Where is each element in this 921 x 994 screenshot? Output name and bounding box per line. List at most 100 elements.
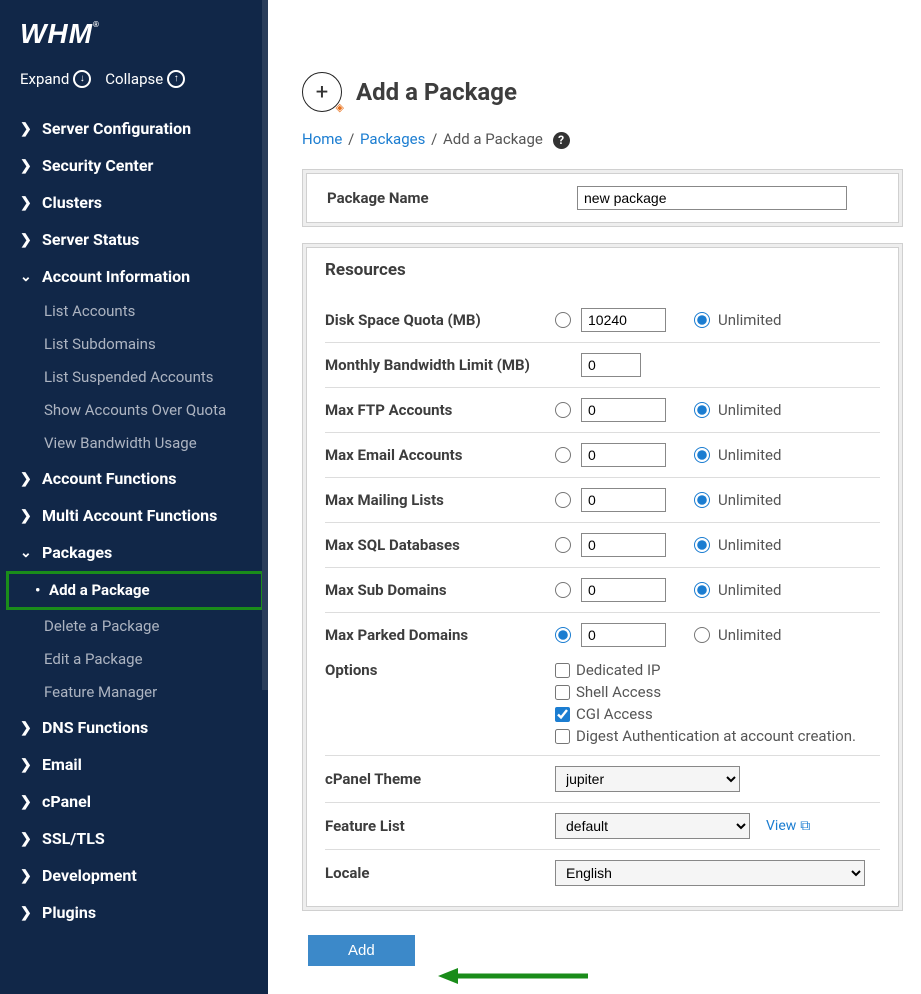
breadcrumb: Home / Packages / Add a Package ? bbox=[268, 126, 921, 169]
radio-max-email-unlimited[interactable] bbox=[694, 447, 710, 463]
radio-disk-quota-value[interactable] bbox=[555, 312, 571, 328]
label-max-sql: Max SQL Databases bbox=[325, 536, 555, 554]
option-cgi-access[interactable]: CGI Access bbox=[555, 705, 856, 723]
unlimited-label: Unlimited bbox=[718, 311, 781, 329]
nav-email[interactable]: ❯Email bbox=[0, 746, 268, 783]
nav-development[interactable]: ❯Development bbox=[0, 857, 268, 894]
checkbox-shell-access[interactable] bbox=[555, 685, 570, 700]
add-button[interactable]: Add bbox=[308, 935, 415, 966]
label-feature-list: Feature List bbox=[325, 817, 555, 835]
label-max-ftp: Max FTP Accounts bbox=[325, 401, 555, 419]
chevron-right-icon: ❯ bbox=[20, 121, 30, 137]
option-shell-access[interactable]: Shell Access bbox=[555, 683, 856, 701]
expand-button[interactable]: Expand↓ bbox=[20, 70, 91, 88]
expand-icon: ↓ bbox=[73, 70, 91, 88]
view-link[interactable]: View⧉ bbox=[766, 818, 810, 834]
row-feature-list: Feature List default View⧉ bbox=[325, 803, 880, 850]
radio-max-parked-unlimited[interactable] bbox=[694, 627, 710, 643]
input-max-mailing[interactable] bbox=[581, 488, 666, 512]
input-max-ftp[interactable] bbox=[581, 398, 666, 422]
add-package-icon: +◈ bbox=[302, 72, 342, 112]
nav-multi-account-functions[interactable]: ❯Multi Account Functions bbox=[0, 497, 268, 534]
chevron-right-icon: ❯ bbox=[20, 720, 30, 736]
nav-clusters[interactable]: ❯Clusters bbox=[0, 184, 268, 221]
input-disk-quota[interactable] bbox=[581, 308, 666, 332]
nav-feature-manager[interactable]: Feature Manager bbox=[0, 676, 268, 709]
nav-dns-functions[interactable]: ❯DNS Functions bbox=[0, 709, 268, 746]
row-cpanel-theme: cPanel Theme jupiter bbox=[325, 756, 880, 803]
input-max-sub[interactable] bbox=[581, 578, 666, 602]
label-cpanel-theme: cPanel Theme bbox=[325, 770, 555, 788]
breadcrumb-home[interactable]: Home bbox=[302, 130, 342, 148]
label-max-mailing: Max Mailing Lists bbox=[325, 491, 555, 509]
select-feature-list[interactable]: default bbox=[555, 813, 750, 839]
chevron-right-icon: ❯ bbox=[20, 232, 30, 248]
external-link-icon: ⧉ bbox=[800, 818, 810, 834]
row-max-email: Max Email Accounts Unlimited bbox=[325, 433, 880, 478]
checkbox-cgi-access[interactable] bbox=[555, 707, 570, 722]
checkbox-dedicated-ip[interactable] bbox=[555, 663, 570, 678]
nav-account-information[interactable]: ⌄Account Information bbox=[0, 258, 268, 295]
nav-plugins[interactable]: ❯Plugins bbox=[0, 894, 268, 931]
label-max-email: Max Email Accounts bbox=[325, 446, 555, 464]
row-bandwidth: Monthly Bandwidth Limit (MB) bbox=[325, 343, 880, 388]
package-name-label: Package Name bbox=[327, 189, 557, 207]
select-locale[interactable]: English bbox=[555, 860, 865, 886]
row-max-sub: Max Sub Domains Unlimited bbox=[325, 568, 880, 613]
nav-packages[interactable]: ⌄Packages bbox=[0, 534, 268, 571]
label-locale: Locale bbox=[325, 864, 555, 882]
unlimited-label: Unlimited bbox=[718, 401, 781, 419]
radio-max-sub-unlimited[interactable] bbox=[694, 582, 710, 598]
radio-max-email-value[interactable] bbox=[555, 447, 571, 463]
unlimited-label: Unlimited bbox=[718, 446, 781, 464]
radio-max-ftp-unlimited[interactable] bbox=[694, 402, 710, 418]
nav-show-over-quota[interactable]: Show Accounts Over Quota bbox=[0, 394, 268, 427]
main-content: +◈ Add a Package Home / Packages / Add a… bbox=[268, 0, 921, 994]
row-max-ftp: Max FTP Accounts Unlimited bbox=[325, 388, 880, 433]
row-options: Options Dedicated IP Shell Access CGI Ac… bbox=[325, 651, 880, 756]
nav-view-bandwidth[interactable]: View Bandwidth Usage bbox=[0, 427, 268, 460]
nav-list-subdomains[interactable]: List Subdomains bbox=[0, 328, 268, 361]
nav-add-package[interactable]: Add a Package bbox=[9, 574, 261, 607]
input-max-email[interactable] bbox=[581, 443, 666, 467]
option-digest-auth[interactable]: Digest Authentication at account creatio… bbox=[555, 727, 856, 745]
nav-edit-package[interactable]: Edit a Package bbox=[0, 643, 268, 676]
radio-max-sql-unlimited[interactable] bbox=[694, 537, 710, 553]
nav-account-functions[interactable]: ❯Account Functions bbox=[0, 460, 268, 497]
chevron-right-icon: ❯ bbox=[20, 794, 30, 810]
row-max-parked: Max Parked Domains Unlimited bbox=[325, 613, 880, 651]
nav-cpanel[interactable]: ❯cPanel bbox=[0, 783, 268, 820]
input-max-parked[interactable] bbox=[581, 623, 666, 647]
checkbox-digest-auth[interactable] bbox=[555, 729, 570, 744]
nav-server-status[interactable]: ❯Server Status bbox=[0, 221, 268, 258]
radio-max-sql-value[interactable] bbox=[555, 537, 571, 553]
chevron-right-icon: ❯ bbox=[20, 831, 30, 847]
help-icon[interactable]: ? bbox=[553, 132, 570, 149]
label-disk-quota: Disk Space Quota (MB) bbox=[325, 311, 555, 329]
input-max-sql[interactable] bbox=[581, 533, 666, 557]
nav-list-suspended[interactable]: List Suspended Accounts bbox=[0, 361, 268, 394]
label-options: Options bbox=[325, 661, 555, 679]
radio-max-parked-value[interactable] bbox=[555, 627, 571, 643]
input-bandwidth[interactable] bbox=[581, 353, 641, 377]
radio-max-sub-value[interactable] bbox=[555, 582, 571, 598]
radio-max-mailing-value[interactable] bbox=[555, 492, 571, 508]
nav-ssl-tls[interactable]: ❯SSL/TLS bbox=[0, 820, 268, 857]
chevron-right-icon: ❯ bbox=[20, 757, 30, 773]
nav-server-configuration[interactable]: ❯Server Configuration bbox=[0, 110, 268, 147]
package-name-input[interactable] bbox=[577, 186, 847, 210]
scrollbar[interactable] bbox=[262, 0, 268, 690]
nav-delete-package[interactable]: Delete a Package bbox=[0, 610, 268, 643]
breadcrumb-packages[interactable]: Packages bbox=[360, 130, 425, 148]
nav-security-center[interactable]: ❯Security Center bbox=[0, 147, 268, 184]
radio-max-ftp-value[interactable] bbox=[555, 402, 571, 418]
unlimited-label: Unlimited bbox=[718, 626, 781, 644]
chevron-right-icon: ❯ bbox=[20, 905, 30, 921]
radio-max-mailing-unlimited[interactable] bbox=[694, 492, 710, 508]
select-cpanel-theme[interactable]: jupiter bbox=[555, 766, 740, 792]
radio-disk-quota-unlimited[interactable] bbox=[694, 312, 710, 328]
chevron-right-icon: ❯ bbox=[20, 508, 30, 524]
nav-list-accounts[interactable]: List Accounts bbox=[0, 295, 268, 328]
option-dedicated-ip[interactable]: Dedicated IP bbox=[555, 661, 856, 679]
collapse-button[interactable]: Collapse↑ bbox=[105, 70, 185, 88]
